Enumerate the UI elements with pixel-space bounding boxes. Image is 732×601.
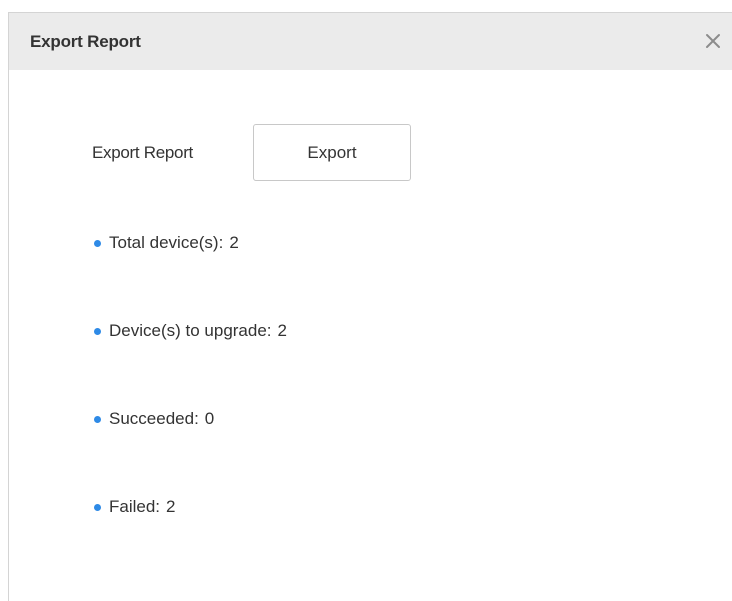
bullet-icon [94, 327, 101, 335]
stat-total-devices: Total device(s): 2 [92, 221, 287, 265]
stat-failed: Failed: 2 [92, 485, 287, 529]
stat-value: 2 [277, 321, 287, 340]
close-button[interactable] [699, 27, 727, 55]
stat-value: 0 [204, 409, 215, 428]
close-icon [706, 34, 720, 48]
export-row: Export Report Export [92, 124, 411, 182]
dialog-title: Export Report [30, 32, 141, 51]
dialog-header: Export Report [9, 13, 732, 70]
stat-label: Succeeded: [109, 409, 199, 428]
stat-label: Device(s) to upgrade: [109, 321, 272, 340]
bullet-icon [94, 239, 101, 247]
stat-label: Total device(s): [109, 233, 224, 252]
bullet-icon [94, 415, 101, 423]
export-report-label: Export Report [92, 143, 193, 162]
stat-value: 2 [166, 497, 176, 516]
stat-succeeded: Succeeded: 0 [92, 397, 287, 441]
stat-value: 2 [229, 233, 239, 252]
stat-devices-to-upgrade: Device(s) to upgrade: 2 [92, 309, 287, 353]
export-button[interactable]: Export [253, 124, 411, 181]
stats-list: Total device(s): 2 Device(s) to upgrade:… [92, 221, 287, 529]
bullet-icon [94, 503, 101, 511]
export-report-dialog: Export Report Export Report Export Total… [8, 12, 732, 601]
stat-label: Failed: [109, 497, 161, 516]
